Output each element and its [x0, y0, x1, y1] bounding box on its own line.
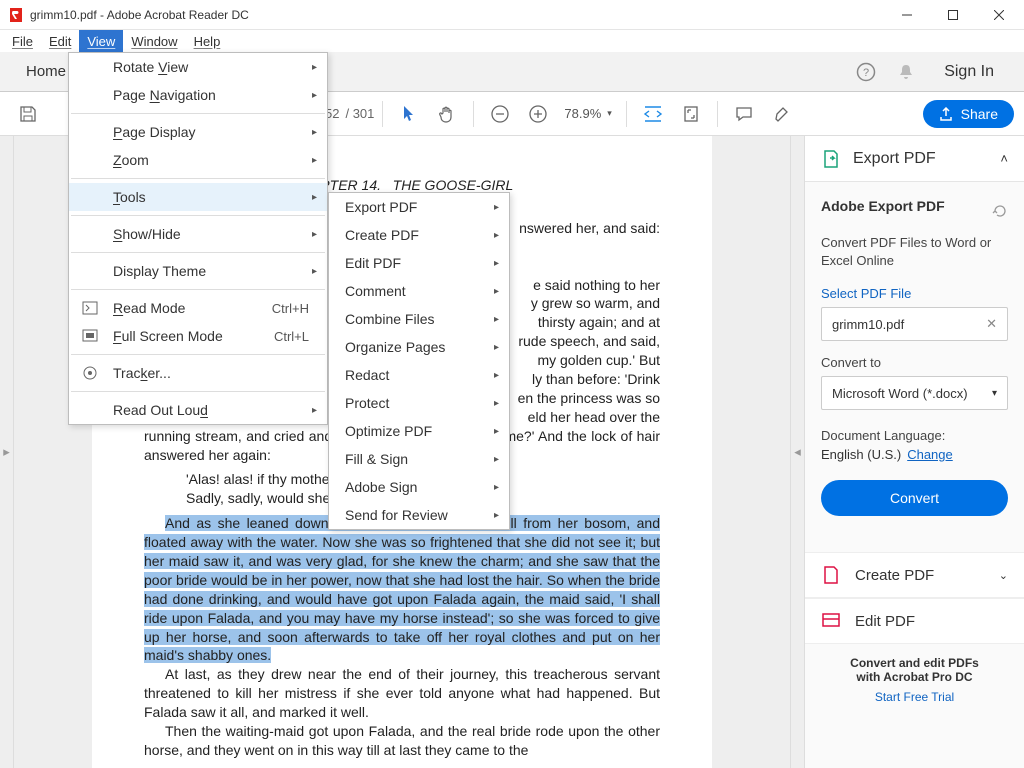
menubar: File Edit View Window Help [0, 30, 1024, 52]
edit-pdf-row[interactable]: Edit PDF [805, 598, 1024, 644]
edit-pdf-icon [821, 611, 841, 631]
left-collapse-strip[interactable]: ▸ [0, 136, 14, 768]
menu-display-theme[interactable]: Display Theme▸ [69, 257, 327, 285]
submenu-organize-pages[interactable]: Organize Pages▸ [329, 333, 509, 361]
share-label: Share [961, 106, 998, 122]
menu-file[interactable]: File [4, 30, 41, 52]
minimize-button[interactable] [884, 0, 930, 30]
hand-tool-icon[interactable] [429, 96, 465, 132]
doc-text: At last, as they drew near the end of th… [144, 665, 660, 722]
create-pdf-row[interactable]: Create PDF ⌄ [805, 552, 1024, 598]
menu-read-mode[interactable]: Read ModeCtrl+H [69, 294, 327, 322]
menu-tools[interactable]: Tools▸ [69, 183, 327, 211]
chevron-down-icon: ▾ [992, 388, 997, 399]
selected-filename: grimm10.pdf [832, 317, 904, 332]
read-mode-icon [81, 299, 99, 317]
save-icon[interactable] [10, 96, 46, 132]
zoom-level[interactable]: 78.9%▾ [558, 106, 617, 121]
share-button[interactable]: Share [923, 100, 1014, 128]
help-icon[interactable]: ? [846, 52, 886, 92]
create-pdf-icon [821, 565, 841, 585]
highlight-icon[interactable] [764, 96, 800, 132]
page-indicator: 52 / 301 [325, 106, 374, 121]
create-pdf-label: Create PDF [855, 567, 985, 584]
select-file-label: Select PDF File [821, 286, 1008, 301]
submenu-edit-pdf[interactable]: Edit PDF▸ [329, 249, 509, 277]
edit-pdf-label: Edit PDF [855, 613, 915, 630]
doc-highlighted: And as she leaned down to drink, the loc… [144, 514, 660, 665]
bell-icon[interactable] [886, 52, 926, 92]
view-menu-dropdown: Rotate View▸ Page Navigation▸ Page Displ… [68, 52, 328, 425]
menu-tracker[interactable]: Tracker... [69, 359, 327, 387]
right-panel: Export PDF ˄ Adobe Export PDF Convert PD… [804, 136, 1024, 768]
acrobat-logo-icon [8, 7, 24, 23]
submenu-protect[interactable]: Protect▸ [329, 389, 509, 417]
refresh-icon[interactable] [992, 203, 1008, 219]
submenu-optimize-pdf[interactable]: Optimize PDF▸ [329, 417, 509, 445]
selected-file-box[interactable]: grimm10.pdf ✕ [821, 307, 1008, 341]
submenu-export-pdf[interactable]: Export PDF▸ [329, 193, 509, 221]
right-collapse-strip[interactable]: ◂ [790, 136, 804, 768]
convert-format-value: Microsoft Word (*.docx) [832, 386, 968, 401]
chevron-down-icon: ⌄ [999, 569, 1008, 582]
export-title: Adobe Export PDF [821, 198, 984, 214]
change-language-link[interactable]: Change [907, 447, 953, 462]
submenu-create-pdf[interactable]: Create PDF▸ [329, 221, 509, 249]
menu-zoom[interactable]: Zoom▸ [69, 146, 327, 174]
zoom-in-icon[interactable] [520, 96, 556, 132]
export-pdf-header[interactable]: Export PDF ˄ [805, 136, 1024, 182]
doc-text: Then the waiting-maid got upon Falada, a… [144, 722, 660, 760]
export-subtitle: Convert PDF Files to Word or Excel Onlin… [821, 234, 1008, 270]
promo-block: Convert and edit PDFs with Acrobat Pro D… [805, 644, 1024, 716]
submenu-send-for-review[interactable]: Send for Review▸ [329, 501, 509, 529]
menu-edit[interactable]: Edit [41, 30, 79, 52]
tools-submenu: Export PDF▸ Create PDF▸ Edit PDF▸ Commen… [328, 192, 510, 530]
comment-icon[interactable] [726, 96, 762, 132]
submenu-fill-sign[interactable]: Fill & Sign▸ [329, 445, 509, 473]
fit-page-icon[interactable] [673, 96, 709, 132]
titlebar: grimm10.pdf - Adobe Acrobat Reader DC [0, 0, 1024, 30]
menu-page-display[interactable]: Page Display▸ [69, 118, 327, 146]
submenu-adobe-sign[interactable]: Adobe Sign▸ [329, 473, 509, 501]
export-pdf-label: Export PDF [853, 150, 988, 168]
convert-to-label: Convert to [821, 355, 1008, 370]
print-icon[interactable] [48, 96, 68, 132]
menu-view[interactable]: View [79, 30, 123, 52]
page-total: / 301 [345, 106, 374, 121]
doc-language-label: Document Language: [821, 428, 1008, 443]
tracker-icon [81, 364, 99, 382]
upload-icon [939, 107, 953, 121]
submenu-redact[interactable]: Redact▸ [329, 361, 509, 389]
zoom-out-icon[interactable] [482, 96, 518, 132]
menu-read-out-loud[interactable]: Read Out Loud▸ [69, 396, 327, 424]
menu-rotate-view[interactable]: Rotate View▸ [69, 53, 327, 81]
submenu-comment[interactable]: Comment▸ [329, 277, 509, 305]
select-tool-icon[interactable] [391, 96, 427, 132]
convert-button[interactable]: Convert [821, 480, 1008, 516]
chevron-up-icon: ˄ [1000, 151, 1008, 166]
fit-width-icon[interactable] [635, 96, 671, 132]
clear-file-icon[interactable]: ✕ [986, 316, 997, 332]
menu-page-navigation[interactable]: Page Navigation▸ [69, 81, 327, 109]
close-button[interactable] [976, 0, 1022, 30]
signin-link[interactable]: Sign In [926, 63, 1012, 81]
menu-show-hide[interactable]: Show/Hide▸ [69, 220, 327, 248]
convert-format-select[interactable]: Microsoft Word (*.docx) ▾ [821, 376, 1008, 410]
window-title: grimm10.pdf - Adobe Acrobat Reader DC [30, 8, 884, 22]
fullscreen-icon [81, 327, 99, 345]
doc-language-value: English (U.S.)Change [821, 447, 1008, 462]
svg-text:?: ? [863, 67, 869, 79]
submenu-combine-files[interactable]: Combine Files▸ [329, 305, 509, 333]
free-trial-link[interactable]: Start Free Trial [815, 690, 1014, 704]
menu-window[interactable]: Window [123, 30, 185, 52]
maximize-button[interactable] [930, 0, 976, 30]
menu-full-screen[interactable]: Full Screen ModeCtrl+L [69, 322, 327, 350]
menu-help[interactable]: Help [186, 30, 229, 52]
export-pdf-icon [821, 149, 841, 169]
